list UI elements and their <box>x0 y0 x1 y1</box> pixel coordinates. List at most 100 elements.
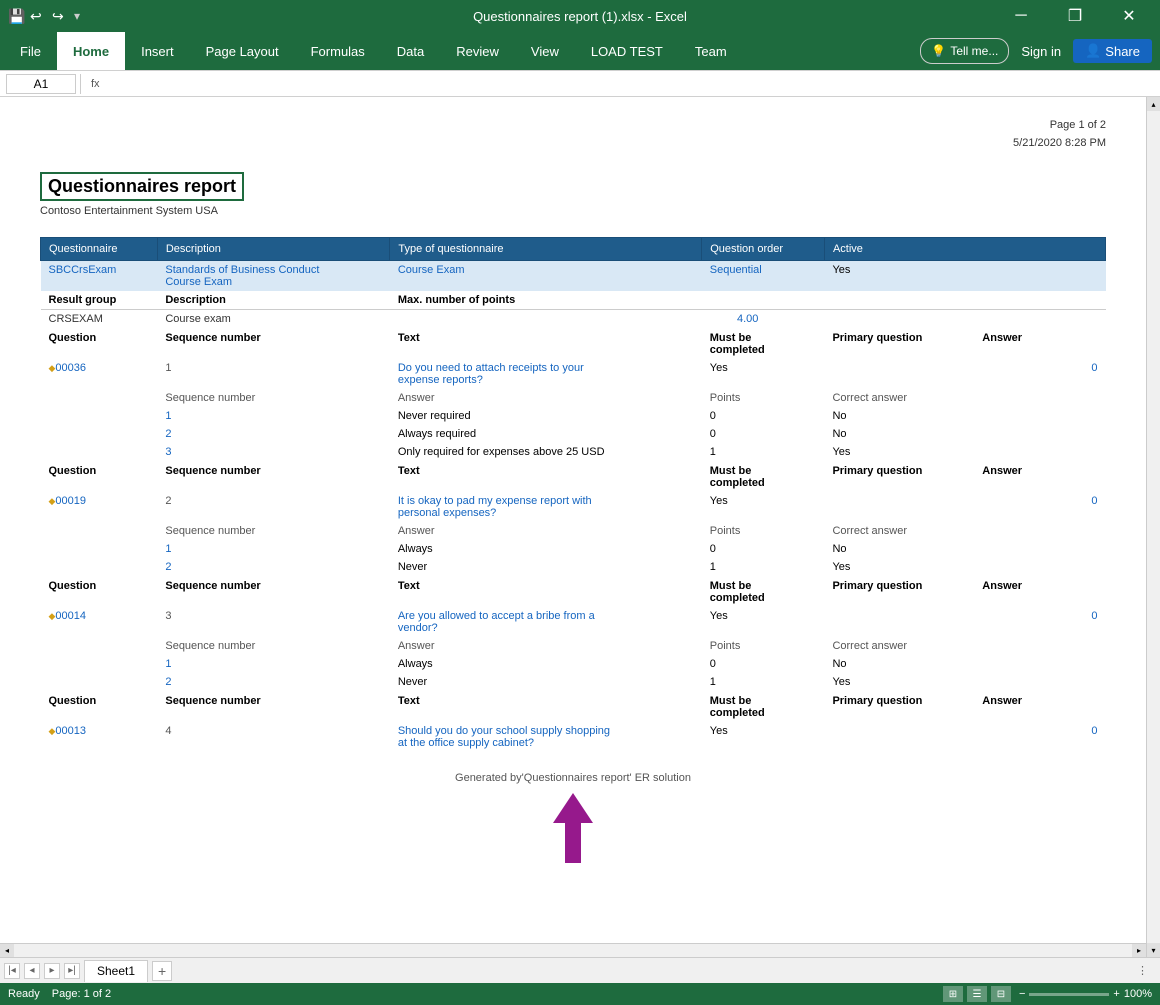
answer-1-3: 3 Only required for expenses above 25 US… <box>41 443 1106 461</box>
tab-data[interactable]: Data <box>381 32 440 70</box>
sign-in-button[interactable]: Sign in <box>1013 44 1069 59</box>
status-left: Ready Page: 1 of 2 <box>8 988 111 1000</box>
tab-load-test[interactable]: LOAD TEST <box>575 32 679 70</box>
page-break-view-btn[interactable]: ⊟ <box>991 986 1011 1002</box>
q-type: Course Exam <box>390 261 702 292</box>
q1-id: ◆00036 <box>41 359 158 389</box>
report-title: Questionnaires report <box>40 172 244 201</box>
status-ready: Ready <box>8 988 40 1000</box>
col-active: Active <box>824 238 1105 261</box>
ribbon-right: 💡 Tell me... Sign in 👤 Share <box>920 32 1160 70</box>
scroll-up-btn[interactable]: ▴ <box>1147 97 1160 111</box>
answer-header-1: Sequence number Answer Points Correct an… <box>41 389 1106 407</box>
answer-1-2: 2 Always required 0 No <box>41 425 1106 443</box>
zoom-control: − + 100% <box>1019 988 1152 1000</box>
rg-desc-val: Course exam <box>157 310 389 329</box>
status-right: ⊞ ☰ ⊟ − + 100% <box>943 986 1152 1002</box>
question-section-header: Question Sequence number Text Must becom… <box>41 328 1106 359</box>
status-page: Page: 1 of 2 <box>52 988 111 1000</box>
fx-label: fx <box>85 78 106 90</box>
window-controls[interactable]: ─ ❐ ✕ <box>998 0 1152 32</box>
col-order: Question order <box>702 238 825 261</box>
nav-first-btn[interactable]: |◂ <box>4 963 20 979</box>
lightbulb-icon: 💡 <box>931 44 946 58</box>
tab-file[interactable]: File <box>4 32 57 70</box>
answer-header-2: Sequence number Answer Points Correct an… <box>41 522 1106 540</box>
rg-label: Result group <box>41 291 158 310</box>
page-info: Page 1 of 2 5/21/2020 8:28 PM <box>40 117 1106 152</box>
page-layout-view-btn[interactable]: ☰ <box>967 986 987 1002</box>
answer-2-1: 1 Always 0 No <box>41 540 1106 558</box>
tell-me-label: Tell me... <box>950 44 998 58</box>
nav-prev-btn[interactable]: ◂ <box>24 963 40 979</box>
question-row-1: ◆00036 1 Do you need to attach receipts … <box>41 359 1106 389</box>
sheet-tab-1[interactable]: Sheet1 <box>84 960 148 982</box>
spreadsheet[interactable]: Page 1 of 2 5/21/2020 8:28 PM Questionna… <box>0 97 1146 943</box>
result-group-values: CRSEXAM Course exam 4.00 <box>41 310 1106 329</box>
ans-points-h: Points <box>702 389 825 407</box>
tab-team[interactable]: Team <box>679 32 743 70</box>
scroll-down-btn[interactable]: ▾ <box>1147 943 1160 957</box>
tab-insert[interactable]: Insert <box>125 32 190 70</box>
rg-maxpoints-label: Max. number of points <box>390 291 1106 310</box>
redo-icon[interactable]: ↪ <box>52 8 68 24</box>
must-complete-header-2: Must becompleted <box>702 461 825 492</box>
zoom-out-btn[interactable]: − <box>1019 988 1025 1000</box>
main-area: Page 1 of 2 5/21/2020 8:28 PM Questionna… <box>0 97 1160 957</box>
scroll-right-btn[interactable]: ▸ <box>1132 944 1146 958</box>
status-bar: Ready Page: 1 of 2 ⊞ ☰ ⊟ − + 100% <box>0 983 1160 1005</box>
minimize-button[interactable]: ─ <box>998 0 1044 32</box>
restore-button[interactable]: ❐ <box>1052 0 1098 32</box>
save-icon[interactable]: 💾 <box>8 8 24 24</box>
text-header: Text <box>390 328 702 359</box>
table-header-row: Questionnaire Description Type of questi… <box>41 238 1106 261</box>
generated-row: Generated by'Questionnaires report' ER s… <box>41 752 1106 874</box>
formula-input[interactable] <box>110 74 1154 94</box>
undo-icon[interactable]: ↩ <box>30 8 46 24</box>
answer-2-2: 2 Never 1 Yes <box>41 558 1106 576</box>
add-sheet-button[interactable]: + <box>152 961 172 981</box>
tab-view[interactable]: View <box>515 32 575 70</box>
share-button[interactable]: 👤 Share <box>1073 39 1152 63</box>
tab-page-layout[interactable]: Page Layout <box>190 32 295 70</box>
seq-header: Sequence number <box>157 328 389 359</box>
answer-1-1: 1 Never required 0 No <box>41 407 1106 425</box>
question-row-2: ◆00019 2 It is okay to pad my expense re… <box>41 492 1106 522</box>
name-box[interactable] <box>6 74 76 94</box>
arrow-annotation <box>533 788 613 868</box>
horizontal-scrollbar[interactable]: ◂ ▸ <box>0 943 1146 957</box>
rg-desc-label: Description <box>157 291 389 310</box>
q-header: Question <box>41 328 158 359</box>
sheet-tab-bar: |◂ ◂ ▸ ▸| Sheet1 + ⋮ <box>0 957 1160 983</box>
zoom-in-btn[interactable]: + <box>1113 988 1119 1000</box>
share-icon: 👤 <box>1085 43 1101 59</box>
nav-next-btn[interactable]: ▸ <box>44 963 60 979</box>
formula-bar: fx <box>0 71 1160 97</box>
nav-last-btn[interactable]: ▸| <box>64 963 80 979</box>
must-complete-header: Must becompleted <box>702 328 825 359</box>
tab-formulas[interactable]: Formulas <box>295 32 381 70</box>
answer-3-2: 2 Never 1 Yes <box>41 673 1106 691</box>
seq-header-2: Sequence number <box>157 461 389 492</box>
tab-home[interactable]: Home <box>57 32 125 70</box>
q-order: Sequential <box>702 261 825 292</box>
question-section-header-2: Question Sequence number Text Must becom… <box>41 461 1106 492</box>
title-bar: 💾 ↩ ↪ ▾ Questionnaires report (1).xlsx -… <box>0 0 1160 32</box>
question-row-3: ◆00014 3 Are you allowed to accept a bri… <box>41 607 1106 637</box>
vertical-scrollbar[interactable]: ▴ ▾ <box>1146 97 1160 957</box>
ribbon: File Home Insert Page Layout Formulas Da… <box>0 32 1160 71</box>
rg-code: CRSEXAM <box>41 310 158 329</box>
question-row-4: ◆00013 4 Should you do your school suppl… <box>41 722 1106 752</box>
tab-review[interactable]: Review <box>440 32 515 70</box>
answer-header-3: Sequence number Answer Points Correct an… <box>41 637 1106 655</box>
scroll-left-btn[interactable]: ◂ <box>0 944 14 958</box>
zoom-slider[interactable] <box>1029 993 1109 996</box>
normal-view-btn[interactable]: ⊞ <box>943 986 963 1002</box>
q1-must: Yes <box>702 359 825 389</box>
q-name: SBCCrsExam <box>41 261 158 292</box>
tell-me-button[interactable]: 💡 Tell me... <box>920 38 1009 64</box>
q1-seq: 1 <box>157 359 389 389</box>
close-button[interactable]: ✕ <box>1106 0 1152 32</box>
generated-text: Generated by'Questionnaires report' ER s… <box>49 772 1098 784</box>
questionnaire-row: SBCCrsExam Standards of Business Conduct… <box>41 261 1106 292</box>
